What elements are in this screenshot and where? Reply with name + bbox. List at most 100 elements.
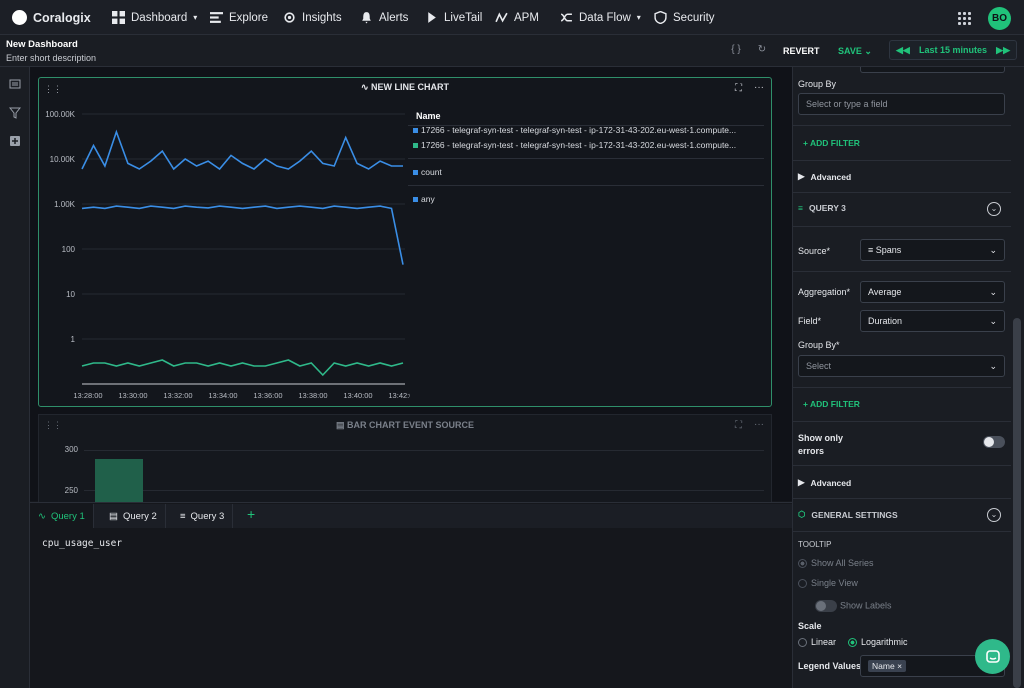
legend-divider: [408, 158, 764, 159]
brand-logo[interactable]: Coralogix: [12, 0, 91, 35]
time-range-label: Last 15 minutes: [918, 45, 988, 55]
widget-title-text: BAR CHART EVENT SOURCE: [347, 420, 475, 430]
nav-explore[interactable]: Explore: [210, 0, 268, 35]
x-tick-label: 13:30:00: [118, 391, 147, 400]
legend-swatch: [413, 170, 418, 176]
select-field-partial[interactable]: [860, 67, 1005, 73]
filter-icon[interactable]: [9, 107, 21, 119]
dashboard-title[interactable]: New Dashboard: [6, 39, 78, 50]
code-icon[interactable]: { }: [729, 44, 743, 58]
forward-icon[interactable]: ▶▶: [996, 45, 1010, 56]
show-all-series-radio[interactable]: Show All Series: [798, 558, 874, 569]
series-line-1[interactable]: [81, 129, 403, 171]
query-input[interactable]: cpu_usage_user: [42, 538, 122, 549]
nav-insights-label: Insights: [302, 11, 342, 24]
scrollbar[interactable]: [1013, 318, 1021, 688]
series-line-2[interactable]: [81, 205, 404, 265]
bar[interactable]: [95, 459, 143, 502]
collapse-icon[interactable]: ⌄: [987, 202, 1001, 216]
nav-alerts[interactable]: Alerts: [360, 0, 408, 35]
tab-query-1[interactable]: ∿ Query 1: [30, 504, 94, 528]
dashboard-description[interactable]: Enter short description: [6, 53, 96, 63]
nav-apm[interactable]: APM: [495, 0, 539, 35]
legend-item[interactable]: count: [413, 167, 442, 177]
nav-livetail[interactable]: LiveTail: [425, 0, 482, 35]
spans-icon: ≡: [868, 245, 874, 255]
group-by-label: Group By: [798, 79, 837, 89]
tooltip-label: TOOLTIP: [798, 540, 832, 549]
nav-dashboard[interactable]: Dashboard ▾: [112, 0, 197, 35]
fullscreen-icon[interactable]: ⛶: [735, 83, 742, 94]
general-settings-section[interactable]: ⬡ GENERAL SETTINGS: [798, 509, 898, 520]
spans-icon: ≡: [798, 203, 803, 213]
show-errors-line2: errors: [798, 446, 825, 456]
bar-chart-icon: ▤: [335, 420, 345, 430]
radio-label: Single View: [811, 578, 858, 588]
scale-log-radio[interactable]: Logarithmic: [848, 637, 908, 648]
group-by-input[interactable]: Select or type a field: [798, 93, 1005, 115]
nav-dataflow[interactable]: Data Flow ▾: [560, 0, 641, 35]
single-view-radio[interactable]: Single View: [798, 578, 858, 589]
tab-query-3[interactable]: ≡ Query 3: [172, 504, 234, 528]
source-select[interactable]: ≡ Spans ⌄: [860, 239, 1005, 261]
show-errors-label: Show only errors: [798, 432, 843, 458]
field-select[interactable]: Duration ⌄: [860, 310, 1005, 332]
source-value: Spans: [875, 245, 902, 255]
refresh-icon[interactable]: ↻: [755, 44, 769, 58]
divider: [793, 421, 1011, 422]
close-icon[interactable]: ×: [897, 661, 902, 671]
divider: [793, 125, 1011, 126]
collapse-icon[interactable]: ⌄: [987, 508, 1001, 522]
add-filter-button[interactable]: + ADD FILTER: [803, 399, 860, 409]
legend-item[interactable]: 17266 - telegraf-syn-test - telegraf-syn…: [413, 140, 736, 150]
radio-label: Linear: [811, 637, 837, 647]
advanced-toggle[interactable]: ▶ Advanced: [798, 477, 851, 488]
tab-query-2[interactable]: ▤ Query 2: [101, 504, 166, 528]
rewind-icon[interactable]: ◀◀: [896, 45, 910, 56]
group-by-label: Group By*: [798, 340, 840, 350]
scale-linear-radio[interactable]: Linear: [798, 637, 837, 648]
legend-value-chip[interactable]: Name ×: [868, 660, 907, 672]
nav-insights[interactable]: Insights: [283, 0, 342, 35]
legend-item[interactable]: any: [413, 194, 435, 204]
add-widget-icon[interactable]: [9, 135, 21, 147]
show-errors-toggle[interactable]: [983, 436, 1005, 448]
radio-label: Show All Series: [811, 558, 874, 568]
settings-icon: ⬡: [798, 509, 806, 519]
advanced-toggle[interactable]: ▶ Advanced: [798, 171, 851, 182]
radio-label: Logarithmic: [861, 637, 908, 647]
general-settings-label: GENERAL SETTINGS: [811, 509, 898, 520]
source-label: Source*: [798, 246, 831, 256]
brand-name: Coralogix: [33, 10, 91, 25]
apps-grid-icon[interactable]: [958, 12, 971, 25]
add-filter-button[interactable]: + ADD FILTER: [803, 138, 860, 148]
left-rail: [0, 67, 30, 688]
revert-button[interactable]: REVERT: [783, 46, 820, 56]
play-icon: [428, 12, 436, 23]
query-editor: [30, 502, 792, 688]
show-labels-toggle[interactable]: Show Labels: [815, 600, 892, 612]
x-tick-label: 13:42:00: [388, 391, 410, 400]
fullscreen-icon[interactable]: ⛶: [735, 420, 742, 431]
time-range-picker[interactable]: ◀◀ Last 15 minutes ▶▶: [889, 40, 1017, 60]
divider: [793, 192, 1011, 193]
chevron-down-icon: ⌄: [989, 286, 997, 297]
insights-icon: [284, 12, 295, 23]
more-options-icon[interactable]: ···: [754, 82, 764, 93]
save-button[interactable]: SAVE ⌄: [838, 46, 872, 57]
legend-item[interactable]: 17266 - telegraf-syn-test - telegraf-syn…: [413, 125, 736, 135]
add-query-icon[interactable]: +: [247, 506, 255, 522]
group-by-select[interactable]: Select ⌄: [798, 355, 1005, 377]
nav-security[interactable]: Security: [654, 0, 715, 35]
grid-line: [84, 450, 764, 451]
chat-button[interactable]: [975, 639, 1010, 674]
advanced-label: Advanced: [810, 171, 852, 182]
user-avatar[interactable]: BO: [988, 7, 1011, 30]
panels-icon[interactable]: [9, 78, 21, 90]
aggregation-select[interactable]: Average ⌄: [860, 281, 1005, 303]
widget-title: ∿ NEW LINE CHART: [38, 82, 772, 93]
more-options-icon[interactable]: ···: [754, 419, 764, 430]
radio-selected-icon: [848, 638, 857, 648]
series-line-3[interactable]: [81, 359, 404, 377]
query3-section[interactable]: ≡ QUERY 3: [798, 203, 846, 213]
